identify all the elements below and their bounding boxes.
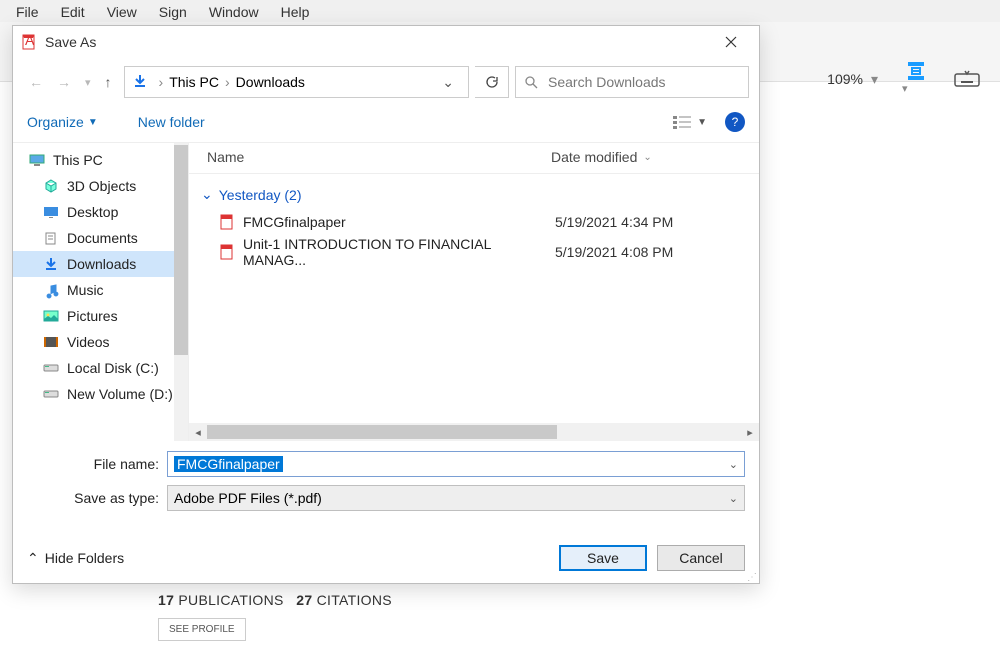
savetype-select[interactable]: Adobe PDF Files (*.pdf) ⌄ [167,485,745,511]
horizontal-scrollbar[interactable]: ◂ ▸ [189,423,759,441]
filename-input[interactable]: FMCGfinalpaper ⌄ [167,451,745,477]
sort-caret-icon: ⌄ [643,152,651,163]
pdf-icon [219,244,235,260]
desktop-icon [43,204,59,220]
file-date: 5/19/2021 4:34 PM [555,214,673,230]
save-as-dialog: A Save As ← → ▾ ↑ › This PC › Downloads … [12,25,760,584]
caret-down-icon[interactable]: ⌄ [729,492,738,505]
chevron-right-icon: › [159,74,164,90]
caret-down-icon[interactable]: ⌄ [729,458,738,471]
file-row[interactable]: FMCGfinalpaper 5/19/2021 4:34 PM [201,211,747,233]
filename-label: File name: [27,456,167,472]
chevron-down-icon: ⌄ [201,186,213,203]
close-icon [725,36,737,48]
up-button[interactable]: ↑ [105,74,112,90]
filename-value: FMCGfinalpaper [174,456,283,472]
tree-downloads[interactable]: Downloads [13,251,188,277]
tree-pictures[interactable]: Pictures [13,303,188,329]
zoom-level[interactable]: 109%▾ [827,71,878,88]
folder-tree: ▴ This PC 3D Objects Desktop Documents [13,143,189,441]
menu-file[interactable]: File [6,2,49,22]
breadcrumb-root[interactable]: This PC [169,74,219,90]
view-options-button[interactable]: ▼ [673,115,707,129]
tree-local-disk-c[interactable]: Local Disk (C:) [13,355,188,381]
refresh-button[interactable] [475,66,509,98]
breadcrumb-dropdown-icon[interactable]: ⌄ [434,74,462,91]
background-content: 17 PUBLICATIONS 27 CITATIONS SEE PROFILE [158,592,392,641]
tree-desktop[interactable]: Desktop [13,199,188,225]
chevron-right-icon: › [225,74,230,90]
list-view-icon [673,115,691,129]
save-button[interactable]: Save [559,545,647,571]
file-list-header: Name Date modified ⌄ [189,143,759,174]
caret-down-icon: ▾ [871,71,878,87]
pubs-count: 17 [158,592,174,608]
group-header[interactable]: ⌄ Yesterday (2) [201,186,747,203]
download-icon [43,256,59,272]
scroll-right-icon[interactable]: ▸ [741,426,759,439]
file-name: Unit-1 INTRODUCTION TO FINANCIAL MANAG..… [243,236,555,268]
column-date[interactable]: Date modified ⌄ [551,149,747,165]
tree-documents[interactable]: Documents [13,225,188,251]
file-date: 5/19/2021 4:08 PM [555,244,673,260]
search-placeholder: Search Downloads [548,74,666,90]
fit-width-icon[interactable]: ▾ [902,60,930,98]
download-arrow-icon [133,74,147,91]
close-button[interactable] [711,28,751,56]
file-list: ⌄ Yesterday (2) FMCGfinalpaper 5/19/2021… [189,174,759,423]
videos-icon [43,334,59,350]
search-icon [524,75,538,89]
breadcrumb-folder[interactable]: Downloads [236,74,305,90]
pictures-icon [43,308,59,324]
pdf-icon: A [21,34,37,50]
tree-new-volume-d[interactable]: New Volume (D:) ⌄ [13,381,188,407]
organize-menu[interactable]: Organize ▼ [27,114,98,130]
disk-icon [43,386,59,402]
dialog-title: Save As [45,34,711,50]
forward-button[interactable]: → [57,74,71,90]
caret-down-icon: ▾ [902,83,908,95]
tree-3d-objects[interactable]: 3D Objects [13,173,188,199]
caret-down-icon: ▼ [697,117,707,128]
music-icon [43,282,59,298]
keyboard-icon[interactable] [954,69,980,89]
cube-icon [43,178,59,194]
back-button[interactable]: ← [29,74,43,90]
caret-down-icon: ▼ [88,117,98,128]
help-button[interactable]: ? [725,112,745,132]
new-folder-button[interactable]: New folder [138,114,205,130]
tree-videos[interactable]: Videos [13,329,188,355]
documents-icon [43,230,59,246]
citations-count: 27 [296,592,312,608]
disk-icon [43,360,59,376]
tree-music[interactable]: Music [13,277,188,303]
menu-sign[interactable]: Sign [149,2,197,22]
chevron-up-icon: ⌃ [27,550,39,567]
breadcrumb[interactable]: › This PC › Downloads ⌄ [124,66,469,98]
column-name[interactable]: Name [201,149,551,165]
menu-window[interactable]: Window [199,2,269,22]
resize-grip-icon[interactable]: ⋰ [747,575,757,581]
svg-text:A: A [25,32,35,48]
savetype-value: Adobe PDF Files (*.pdf) [174,490,322,506]
menu-help[interactable]: Help [271,2,320,22]
pc-icon [29,152,45,168]
search-input[interactable]: Search Downloads [515,66,749,98]
hide-folders-button[interactable]: ⌃ Hide Folders [27,550,124,567]
menu-view[interactable]: View [97,2,147,22]
pdf-icon [219,214,235,230]
titlebar: A Save As [13,26,759,58]
tree-scrollbar[interactable] [174,143,188,441]
recent-caret-icon[interactable]: ▾ [85,76,91,89]
see-profile-button[interactable]: SEE PROFILE [158,618,246,641]
refresh-icon [485,75,499,89]
tree-this-pc[interactable]: This PC [13,147,188,173]
scroll-left-icon[interactable]: ◂ [189,426,207,439]
cancel-button[interactable]: Cancel [657,545,745,571]
file-row[interactable]: Unit-1 INTRODUCTION TO FINANCIAL MANAG..… [201,233,747,271]
savetype-label: Save as type: [27,490,167,506]
menu-edit[interactable]: Edit [51,2,95,22]
file-name: FMCGfinalpaper [243,214,346,230]
